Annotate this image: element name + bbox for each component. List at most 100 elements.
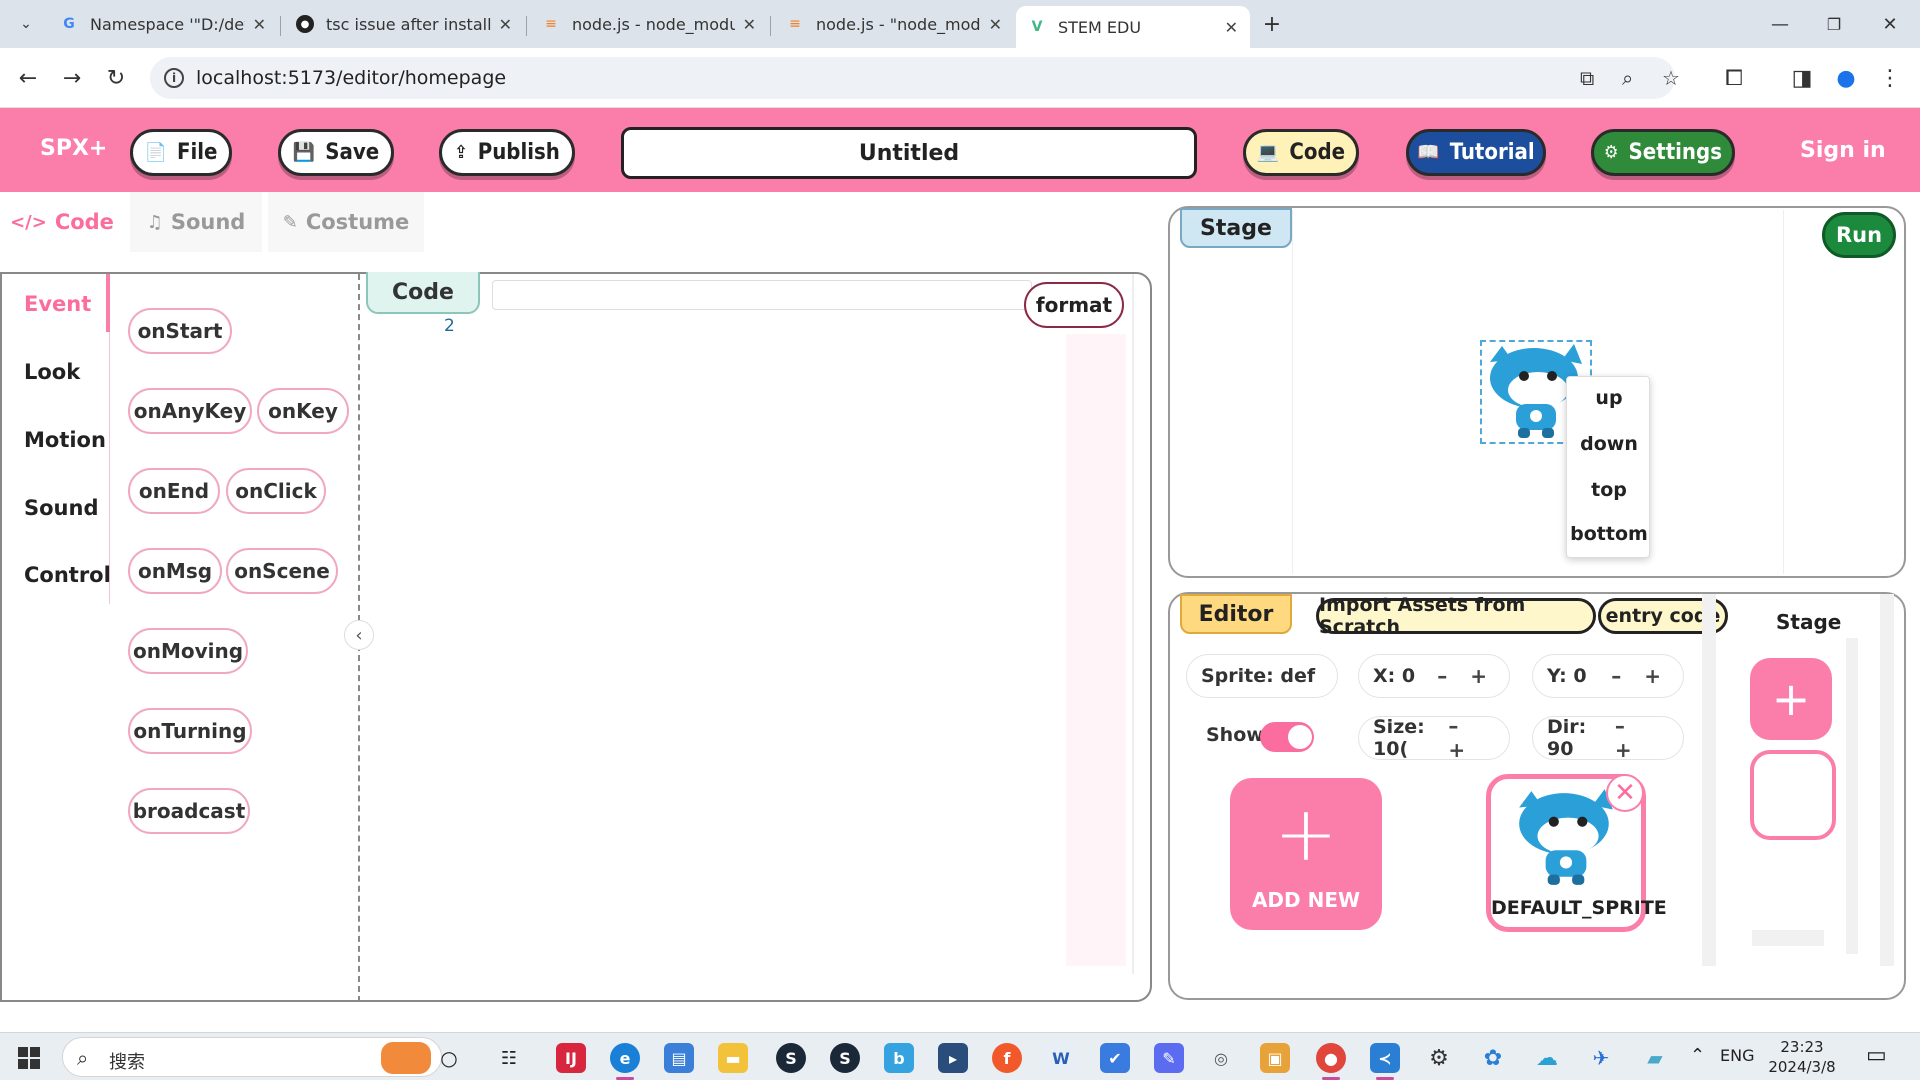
tab-costume[interactable]: ✎ Costume	[268, 192, 424, 252]
close-icon[interactable]: ✕	[1225, 18, 1238, 37]
notification-icon[interactable]: ▭	[1866, 1043, 1887, 1068]
sprite-name-field[interactable]: Sprite: def	[1186, 654, 1338, 698]
profile-icon[interactable]: ●	[1828, 60, 1864, 96]
clock[interactable]: 23:23 2024/3/8	[1762, 1037, 1842, 1077]
browser-tab-1[interactable]: G Namespace '"D:/devlop/front ✕	[48, 6, 278, 42]
app-icon[interactable]: ▸	[938, 1043, 968, 1073]
close-icon[interactable]: ✕	[989, 15, 1002, 34]
restore-icon[interactable]: ❐	[1816, 6, 1852, 42]
extensions-icon[interactable]: ⧠	[1716, 60, 1752, 96]
translate-icon[interactable]: ⧉	[1580, 66, 1594, 90]
chevron-left-icon[interactable]: ‹	[344, 620, 374, 650]
app-icon[interactable]: ▰	[1640, 1043, 1670, 1073]
publish-button[interactable]: ⇪ Publish	[439, 129, 575, 176]
gear-icon[interactable]: ⚙	[1424, 1043, 1454, 1073]
dir-stepper[interactable]: – +	[1615, 714, 1669, 762]
back-icon[interactable]: ←	[10, 60, 46, 96]
bilibili-icon[interactable]: b	[884, 1043, 914, 1073]
code-minimap[interactable]	[1066, 334, 1126, 966]
edge-icon[interactable]: e	[610, 1043, 640, 1073]
add-sprite-button[interactable]: + ADD NEW	[1230, 778, 1382, 930]
task-view-icon[interactable]: ○	[434, 1043, 464, 1073]
x-field[interactable]: X: 0 – +	[1358, 654, 1510, 698]
menu-item-down[interactable]: down	[1567, 433, 1651, 455]
site-info-icon[interactable]: i	[164, 68, 184, 88]
bookmark-star-icon[interactable]: ☆	[1662, 66, 1680, 90]
file-explorer-icon[interactable]: ▬	[718, 1043, 748, 1073]
minimize-icon[interactable]: —	[1762, 6, 1798, 42]
editor-scrollbar[interactable]	[1702, 594, 1716, 966]
format-button[interactable]: format	[1024, 282, 1124, 328]
y-stepper[interactable]: – +	[1611, 664, 1669, 688]
block-onend[interactable]: onEnd	[128, 468, 220, 514]
taskbar-search[interactable]: ⌕ 搜索	[62, 1037, 442, 1077]
stage-tab[interactable]: Stage	[1180, 208, 1292, 248]
block-onkey[interactable]: onKey	[257, 388, 349, 434]
dir-field[interactable]: Dir: 90 – +	[1532, 714, 1684, 762]
zoom-icon[interactable]: ⌕	[1622, 66, 1633, 90]
size-stepper[interactable]: – +	[1448, 714, 1495, 762]
app-icon[interactable]: ▣	[1260, 1043, 1290, 1073]
x-stepper[interactable]: – +	[1437, 664, 1495, 688]
url-text[interactable]: localhost:5173/editor/homepage	[196, 67, 506, 89]
menu-icon[interactable]: ⋮	[1872, 60, 1908, 96]
import-assets-button[interactable]: Import Assets from Scratch	[1316, 594, 1596, 638]
block-onmoving[interactable]: onMoving	[128, 628, 248, 674]
menu-item-top[interactable]: top	[1567, 479, 1651, 501]
vscode-icon[interactable]: ≺	[1370, 1043, 1400, 1073]
run-button[interactable]: Run	[1822, 212, 1896, 258]
tab-sound[interactable]: ♫ Sound	[130, 192, 262, 252]
save-button[interactable]: 💾 Save	[278, 129, 394, 176]
category-sound[interactable]: Sound	[24, 496, 98, 520]
code-scrollbar[interactable]	[1132, 274, 1134, 974]
backdrop-card[interactable]	[1750, 750, 1836, 840]
url-field[interactable]: i localhost:5173/editor/homepage ⧉ ⌕ ☆	[150, 57, 1680, 99]
code-line-input[interactable]	[492, 280, 1032, 310]
block-onmsg[interactable]: onMsg	[128, 548, 222, 594]
editor-tab[interactable]: Editor	[1180, 594, 1292, 634]
block-onturning[interactable]: onTurning	[128, 708, 252, 754]
code-editor-tab[interactable]: Code	[366, 272, 480, 314]
add-backdrop-button[interactable]: +	[1750, 658, 1832, 740]
stage-list-scrollbar[interactable]	[1846, 638, 1858, 954]
category-look[interactable]: Look	[24, 360, 80, 384]
menu-item-up[interactable]: up	[1567, 387, 1651, 409]
steam-icon[interactable]: S	[830, 1043, 860, 1073]
close-icon[interactable]: ✕	[253, 15, 266, 34]
settings-button[interactable]: ⚙ Settings	[1591, 129, 1735, 176]
menu-item-bottom[interactable]: bottom	[1567, 523, 1651, 545]
new-tab-icon[interactable]: +	[1254, 6, 1290, 42]
windows-start-icon[interactable]	[18, 1047, 40, 1069]
close-icon[interactable]: ✕	[499, 15, 512, 34]
app-icon[interactable]: W	[1046, 1043, 1076, 1073]
show-toggle[interactable]	[1260, 722, 1314, 752]
chevron-up-icon[interactable]: ⌃	[1690, 1045, 1705, 1066]
category-event[interactable]: Event	[24, 292, 91, 316]
file-button[interactable]: 📄 File	[130, 129, 232, 176]
block-onclick[interactable]: onClick	[226, 468, 326, 514]
steam-icon[interactable]: S	[776, 1043, 806, 1073]
app-icon[interactable]: ✎	[1154, 1043, 1184, 1073]
browser-tab-3[interactable]: ≡ node.js - node_modules/mini ✕	[530, 6, 768, 42]
project-title-input[interactable]: Untitled	[621, 127, 1197, 179]
block-onanykey[interactable]: onAnyKey	[128, 388, 252, 434]
browser-tab-2[interactable]: ● tsc issue after install package ✕	[284, 6, 524, 42]
reload-icon[interactable]: ↻	[98, 60, 134, 96]
app-icon[interactable]: ✿	[1478, 1043, 1508, 1073]
tutorial-button[interactable]: 📖 Tutorial	[1406, 129, 1546, 176]
language-indicator[interactable]: ENG	[1720, 1046, 1754, 1065]
forward-icon[interactable]: →	[54, 60, 90, 96]
y-field[interactable]: Y: 0 – +	[1532, 654, 1684, 698]
app-icon[interactable]: ▤	[664, 1043, 694, 1073]
widgets-icon[interactable]: ☷	[494, 1043, 524, 1073]
firefox-icon[interactable]: f	[992, 1043, 1022, 1073]
size-field[interactable]: Size: 10( – +	[1358, 714, 1510, 762]
tab-code[interactable]: </> Code	[0, 192, 124, 252]
code-button[interactable]: 💻 Code	[1243, 129, 1359, 176]
app-icon[interactable]: ✈	[1586, 1043, 1616, 1073]
category-control[interactable]: Control	[24, 563, 111, 587]
browser-tab-4[interactable]: ≡ node.js - "node_modules/mini ✕	[774, 6, 1014, 42]
delete-sprite-icon[interactable]: ✕	[1606, 774, 1644, 812]
block-onstart[interactable]: onStart	[128, 308, 232, 354]
side-panel-icon[interactable]: ◨	[1784, 60, 1820, 96]
